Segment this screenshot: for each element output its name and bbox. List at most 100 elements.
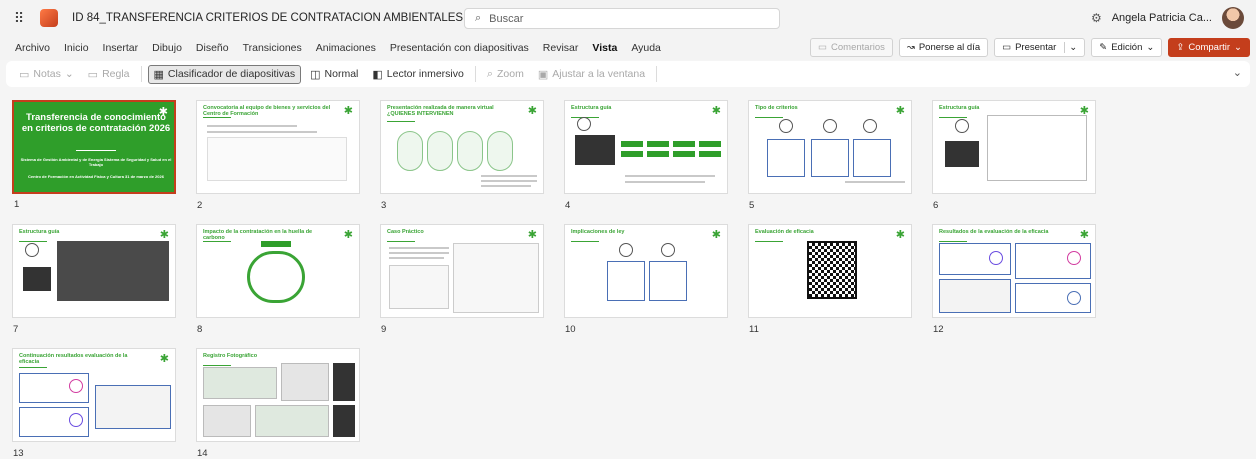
table bbox=[389, 265, 449, 309]
settings-icon[interactable]: ⚙ bbox=[1091, 11, 1102, 25]
menu-archivo[interactable]: Archivo bbox=[8, 42, 57, 54]
text-line bbox=[481, 180, 537, 182]
table bbox=[453, 243, 539, 313]
green-cell bbox=[673, 141, 695, 147]
title-underline bbox=[571, 241, 599, 242]
fit-window-button[interactable]: ▣ Ajustar a la ventana bbox=[533, 66, 650, 83]
title-underline bbox=[939, 241, 967, 242]
user-name[interactable]: Angela Patricia Ca... bbox=[1112, 12, 1212, 24]
catch-up-button[interactable]: ↝ Ponerse al día bbox=[898, 38, 989, 57]
green-cell bbox=[673, 151, 695, 157]
slide-thumbnail-5[interactable]: Tipo de criterios ✱ 5 bbox=[748, 100, 912, 211]
slide-title: Estructura guía bbox=[571, 105, 612, 111]
slide-thumbnail-14[interactable]: Registro Fotográfico 14 bbox=[196, 348, 360, 459]
green-cell bbox=[699, 151, 721, 157]
menu-inicio[interactable]: Inicio bbox=[57, 42, 96, 54]
slide-title: Evaluación de eficacia bbox=[755, 229, 814, 235]
slide-thumbnail-13[interactable]: Continuación resultados evaluación de la… bbox=[12, 348, 176, 459]
ruler-button[interactable]: ▭ Regla bbox=[83, 66, 135, 83]
menu-ayuda[interactable]: Ayuda bbox=[624, 42, 668, 54]
powerpoint-logo-icon bbox=[40, 9, 58, 27]
slide-thumbnail-8[interactable]: Impacto de la contratación en la huella … bbox=[196, 224, 360, 335]
ruler-icon: ▭ bbox=[87, 68, 99, 81]
slide-thumbnail-7[interactable]: Estructura guía ✱ 7 bbox=[12, 224, 176, 335]
logo-star-icon: ✱ bbox=[527, 229, 537, 241]
chevron-down-icon[interactable]: ⌄ bbox=[1064, 42, 1077, 53]
cycle-diagram bbox=[247, 251, 305, 303]
comments-label: Comentarios bbox=[831, 42, 885, 53]
table bbox=[987, 115, 1087, 181]
title-underline bbox=[203, 117, 231, 118]
slide-thumbnail-11[interactable]: Evaluación de eficacia ✱ 11 bbox=[748, 224, 912, 335]
slide-sorter-button[interactable]: ▦ Clasificador de diapositivas bbox=[147, 64, 302, 84]
slide-thumbnail-3[interactable]: Presentación realizada de manera virtual… bbox=[380, 100, 544, 211]
pencil-icon: ✎ bbox=[1099, 42, 1108, 53]
menu-dibujo[interactable]: Dibujo bbox=[145, 42, 189, 54]
text-line bbox=[207, 125, 297, 127]
logo-star-icon: ✱ bbox=[1079, 229, 1089, 241]
notes-label: Notas bbox=[33, 68, 61, 80]
slide-thumbnail-4[interactable]: Estructura guía ✱ 4 bbox=[564, 100, 728, 211]
zoom-button[interactable]: ⌕ Zoom bbox=[482, 66, 529, 83]
logo-star-icon: ✱ bbox=[895, 229, 905, 241]
criteria-icon bbox=[863, 119, 877, 133]
header-bar bbox=[261, 241, 291, 247]
logo-star-icon: ✱ bbox=[159, 353, 169, 365]
menu-vista[interactable]: Vista bbox=[585, 42, 624, 54]
title-underline bbox=[203, 241, 231, 242]
editing-mode-button[interactable]: ✎ Edición ⌄ bbox=[1091, 38, 1163, 57]
text-block bbox=[23, 267, 51, 291]
criteria-icon bbox=[823, 119, 837, 133]
text-line bbox=[625, 175, 715, 177]
title-underline bbox=[387, 121, 415, 122]
notes-button[interactable]: ▭ Notas ⌄ bbox=[14, 66, 79, 83]
slide-number: 1 bbox=[14, 199, 20, 210]
menu-presentacion[interactable]: Presentación con diapositivas bbox=[383, 42, 536, 54]
green-cell bbox=[647, 151, 669, 157]
normal-view-button[interactable]: ◫ Normal bbox=[305, 66, 363, 83]
document-title[interactable]: ID 84_TRANSFERENCIA CRITERIOS DE CONTRAT… bbox=[72, 12, 521, 24]
chart-circle bbox=[69, 413, 83, 427]
menu-transiciones[interactable]: Transiciones bbox=[236, 42, 309, 54]
chevron-down-icon: ⌄ bbox=[64, 68, 74, 80]
title-underline bbox=[755, 117, 783, 118]
catch-up-label: Ponerse al día bbox=[918, 42, 981, 53]
menu-diseno[interactable]: Diseño bbox=[189, 42, 236, 54]
slide-thumbnail-1[interactable]: ✱ Transferencia de conocimiento en crite… bbox=[12, 100, 176, 210]
slide-title: Caso Práctico bbox=[387, 229, 424, 235]
role-pill bbox=[487, 131, 513, 171]
text-line bbox=[389, 257, 444, 259]
slide-title: Estructura guía bbox=[19, 229, 60, 235]
menu-animaciones[interactable]: Animaciones bbox=[309, 42, 383, 54]
slide-title: Tipo de criterios bbox=[755, 105, 798, 111]
green-cell bbox=[621, 151, 643, 157]
avatar[interactable] bbox=[1222, 7, 1244, 29]
photo bbox=[255, 405, 329, 437]
chart-circle bbox=[989, 251, 1003, 265]
slide-thumbnail-6[interactable]: Estructura guía ✱ 6 bbox=[932, 100, 1096, 211]
menu-revisar[interactable]: Revisar bbox=[536, 42, 586, 54]
share-button[interactable]: ⇪ Compartir ⌄ bbox=[1168, 38, 1250, 57]
text-line bbox=[481, 175, 537, 177]
slide-thumbnail-12[interactable]: Resultados de la evaluación de la eficac… bbox=[932, 224, 1096, 335]
slide-thumbnail-10[interactable]: Implicaciones de ley ✱ 10 bbox=[564, 224, 728, 335]
logo-star-icon: ✱ bbox=[711, 105, 721, 117]
slide-thumbnail-2[interactable]: Convocatoria al equipo de bienes y servi… bbox=[196, 100, 360, 211]
title-bar: ⠿ ID 84_TRANSFERENCIA CRITERIOS DE CONTR… bbox=[0, 0, 1256, 36]
app-launcher-icon[interactable]: ⠿ bbox=[6, 10, 32, 27]
slide-title: Resultados de la evaluación de la eficac… bbox=[939, 229, 1049, 235]
present-icon: ▭ bbox=[1002, 42, 1012, 53]
ribbon-expand-chevron-icon[interactable]: ⌄ bbox=[1233, 66, 1242, 79]
immersive-reader-label: Lector inmersivo bbox=[386, 68, 464, 80]
slide-thumbnail-9[interactable]: Caso Práctico ✱ 9 bbox=[380, 224, 544, 335]
present-button[interactable]: ▭ Presentar ⌄ bbox=[994, 38, 1086, 57]
slide-title: Convocatoria al equipo de bienes y servi… bbox=[203, 105, 331, 117]
logo-star-icon: ✱ bbox=[527, 105, 537, 117]
comments-button[interactable]: ▭ Comentarios bbox=[810, 38, 893, 57]
title-underline bbox=[19, 367, 47, 368]
immersive-reader-button[interactable]: ◧ Lector inmersivo bbox=[367, 66, 468, 83]
search-box[interactable]: ⌕ Buscar bbox=[464, 8, 780, 29]
logo-star-icon: ✱ bbox=[711, 229, 721, 241]
menu-insertar[interactable]: Insertar bbox=[96, 42, 146, 54]
criteria-box bbox=[853, 139, 891, 177]
